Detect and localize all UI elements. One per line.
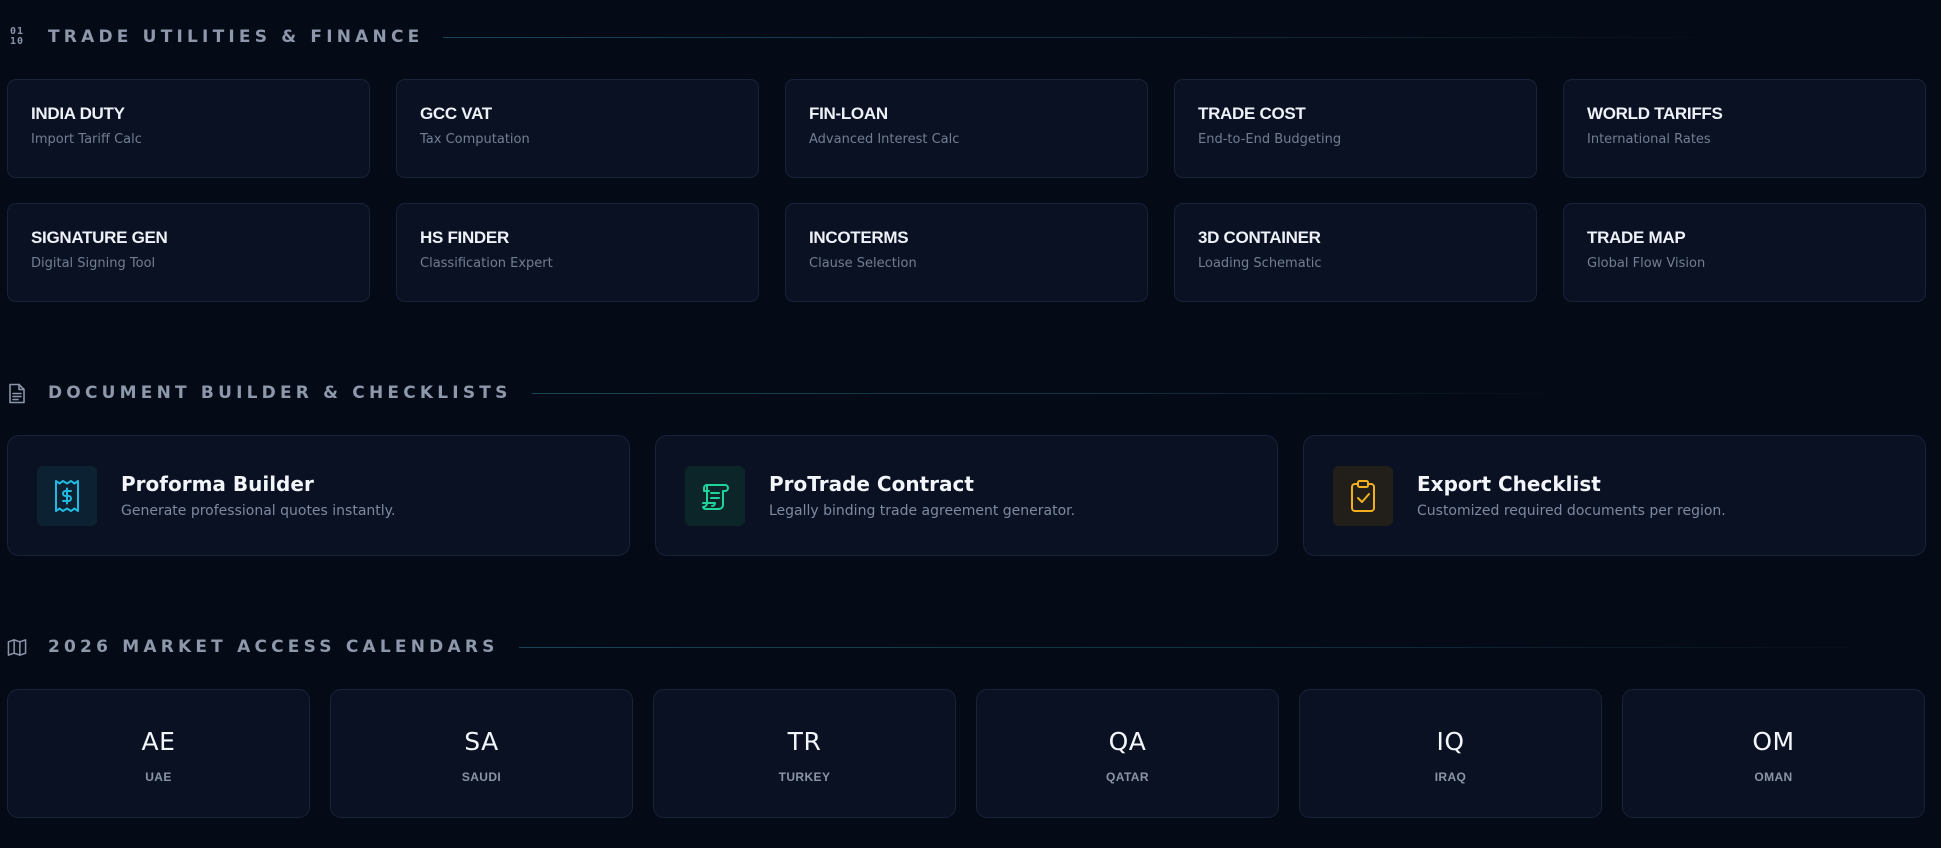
country-code: IQ	[1436, 727, 1465, 756]
calendar-card-turkey[interactable]: TR TURKEY	[653, 689, 956, 818]
tool-card-subtitle: End-to-End Budgeting	[1198, 132, 1342, 147]
tool-card-subtitle: Clause Selection	[809, 256, 917, 271]
section-header-documents: DOCUMENT BUILDER & CHECKLISTS	[7, 379, 1582, 407]
country-code: TR	[787, 727, 822, 756]
doc-card-subtitle: Legally binding trade agreement generato…	[769, 503, 1076, 519]
country-name: OMAN	[1754, 770, 1793, 784]
country-code: QA	[1108, 727, 1147, 756]
calendar-card-uae[interactable]: AE UAE	[7, 689, 310, 818]
doc-card-proforma-builder[interactable]: Proforma Builder Generate professional q…	[7, 435, 630, 556]
tool-card-title: HS FINDER	[420, 228, 509, 247]
tool-card-subtitle: Global Flow Vision	[1587, 256, 1706, 271]
section-title-documents: DOCUMENT BUILDER & CHECKLISTS	[48, 383, 512, 403]
tool-card-title: TRADE COST	[1198, 104, 1306, 123]
country-name: SAUDI	[461, 770, 502, 784]
section-header-utilities: 01 10 TRADE UTILITIES & FINANCE	[7, 23, 1744, 51]
country-name: TURKEY	[778, 770, 831, 784]
tool-card-title: WORLD TARIFFS	[1587, 104, 1723, 123]
utilities-grid: INDIA DUTY Import Tariff Calc GCC VAT Ta…	[7, 79, 1926, 302]
tool-card-subtitle: Tax Computation	[420, 132, 530, 147]
country-code: OM	[1752, 727, 1795, 756]
country-name: UAE	[145, 770, 172, 784]
tool-card-subtitle: Digital Signing Tool	[31, 256, 156, 271]
tool-card-title: FIN-LOAN	[809, 104, 888, 123]
section-divider	[531, 392, 1582, 394]
tool-card-3d-container[interactable]: 3D CONTAINER Loading Schematic	[1174, 203, 1537, 302]
doc-card-subtitle: Generate professional quotes instantly.	[121, 503, 396, 519]
scroll-icon	[685, 465, 745, 526]
tool-card-incoterms[interactable]: INCOTERMS Clause Selection	[785, 203, 1148, 302]
country-code: SA	[464, 727, 499, 756]
doc-card-title: Export Checklist	[1417, 472, 1601, 496]
tool-card-gcc-vat[interactable]: GCC VAT Tax Computation	[396, 79, 759, 178]
calendar-card-saudi[interactable]: SA SAUDI	[330, 689, 633, 818]
section-divider	[443, 36, 1744, 38]
tool-card-subtitle: International Rates	[1587, 132, 1711, 147]
tool-card-title: TRADE MAP	[1587, 228, 1686, 247]
doc-card-title: Proforma Builder	[121, 472, 314, 496]
clipboard-check-icon	[1333, 465, 1393, 526]
doc-card-title: ProTrade Contract	[769, 472, 974, 496]
tool-card-trade-cost[interactable]: TRADE COST End-to-End Budgeting	[1174, 79, 1537, 178]
calendar-card-oman[interactable]: OM OMAN	[1622, 689, 1925, 818]
country-name: QATAR	[1106, 770, 1149, 784]
binary-icon: 01 10	[9, 26, 25, 47]
section-header-calendars: 2026 MARKET ACCESS CALENDARS	[7, 633, 1899, 661]
doc-card-subtitle: Customized required documents per region…	[1417, 503, 1726, 519]
tool-card-subtitle: Import Tariff Calc	[31, 132, 142, 147]
tools-dashboard: 01 10 TRADE UTILITIES & FINANCE INDIA DUT…	[0, 0, 1941, 848]
tool-card-india-duty[interactable]: INDIA DUTY Import Tariff Calc	[7, 79, 370, 178]
calendars-grid: AE UAE SA SAUDI TR TURKEY QA QATAR IQ IR…	[7, 689, 1925, 818]
tool-card-subtitle: Classification Expert	[420, 256, 553, 271]
section-title-utilities: TRADE UTILITIES & FINANCE	[48, 27, 424, 47]
document-icon	[7, 381, 27, 405]
tool-card-title: INDIA DUTY	[31, 104, 125, 123]
doc-card-export-checklist[interactable]: Export Checklist Customized required doc…	[1303, 435, 1926, 556]
tool-card-subtitle: Loading Schematic	[1198, 256, 1322, 271]
country-name: IRAQ	[1434, 770, 1467, 784]
tool-card-signature-gen[interactable]: SIGNATURE GEN Digital Signing Tool	[7, 203, 370, 302]
country-code: AE	[141, 727, 176, 756]
map-icon	[7, 635, 27, 659]
documents-grid: Proforma Builder Generate professional q…	[7, 435, 1926, 556]
doc-card-protrade-contract[interactable]: ProTrade Contract Legally binding trade …	[655, 435, 1278, 556]
tool-card-hs-finder[interactable]: HS FINDER Classification Expert	[396, 203, 759, 302]
tool-card-world-tariffs[interactable]: WORLD TARIFFS International Rates	[1563, 79, 1926, 178]
section-divider	[518, 646, 1899, 648]
tool-card-trade-map[interactable]: TRADE MAP Global Flow Vision	[1563, 203, 1926, 302]
calendar-card-qatar[interactable]: QA QATAR	[976, 689, 1279, 818]
receipt-dollar-icon	[37, 465, 97, 526]
tool-card-title: INCOTERMS	[809, 228, 909, 247]
tool-card-title: SIGNATURE GEN	[31, 228, 168, 247]
tool-card-fin-loan[interactable]: FIN-LOAN Advanced Interest Calc	[785, 79, 1148, 178]
tool-card-title: GCC VAT	[420, 104, 492, 123]
section-title-calendars: 2026 MARKET ACCESS CALENDARS	[48, 637, 499, 657]
tool-card-subtitle: Advanced Interest Calc	[809, 132, 960, 147]
calendar-card-iraq[interactable]: IQ IRAQ	[1299, 689, 1602, 818]
tool-card-title: 3D CONTAINER	[1198, 228, 1321, 247]
